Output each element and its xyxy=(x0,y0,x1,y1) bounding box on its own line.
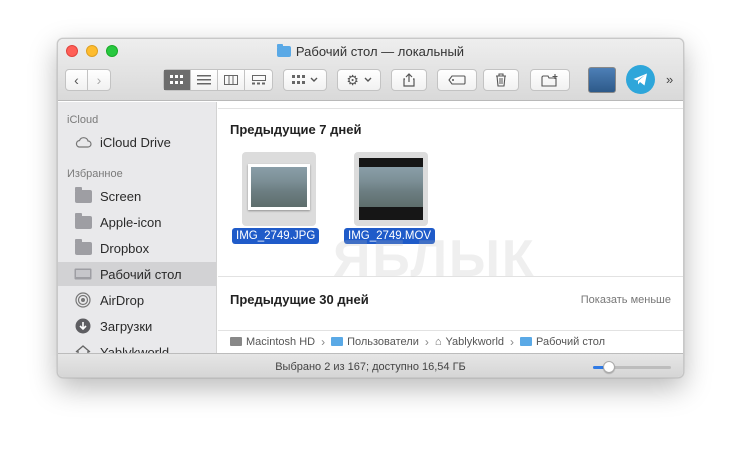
group-button[interactable] xyxy=(283,69,327,91)
path-bar: Macintosh HD › Пользователи › ⌂ Yablykwo… xyxy=(218,330,683,352)
share-button[interactable] xyxy=(391,69,427,91)
folder-icon xyxy=(331,337,344,346)
tag-button[interactable] xyxy=(437,69,477,91)
section-divider xyxy=(218,108,683,109)
breadcrumb-home[interactable]: ⌂ Yablykworld xyxy=(435,336,504,348)
section-header-7-days: Предыдущие 7 дней xyxy=(230,122,362,137)
cloud-icon xyxy=(74,134,92,150)
breadcrumb-users[interactable]: Пользователи xyxy=(331,336,419,348)
sidebar-item-label: Загрузки xyxy=(100,318,153,334)
chevron-down-icon xyxy=(364,77,372,82)
new-folder-button[interactable] xyxy=(530,69,570,91)
sidebar-item-apple-icon[interactable]: Apple-icon xyxy=(58,210,216,234)
sidebar-item-screen[interactable]: Screen xyxy=(58,184,216,208)
breadcrumb-label: Рабочий стол xyxy=(536,335,606,348)
chevron-down-icon xyxy=(310,77,318,82)
gear-icon: ⚙ xyxy=(346,71,359,88)
download-icon xyxy=(74,318,92,334)
action-button[interactable]: ⚙ xyxy=(337,69,381,91)
slider-knob[interactable] xyxy=(602,361,615,373)
sidebar-item-label: Dropbox xyxy=(100,240,150,256)
hard-drive-icon xyxy=(230,337,242,346)
sidebar-item-label: iCloud Drive xyxy=(100,134,171,150)
file-name-label[interactable]: IMG_2749.JPG xyxy=(232,228,320,244)
new-folder-icon xyxy=(541,73,558,87)
airdrop-icon xyxy=(74,292,92,308)
breadcrumb-macintosh-hd[interactable]: Macintosh HD xyxy=(230,336,315,348)
toolbar-overflow-button[interactable]: » xyxy=(666,72,673,87)
folder-icon xyxy=(74,186,92,204)
back-button[interactable]: ‹ xyxy=(66,70,88,90)
trash-icon xyxy=(496,73,506,87)
section-header-30-days: Предыдущие 30 дней xyxy=(230,292,369,307)
share-icon xyxy=(403,73,415,87)
folder-icon xyxy=(74,238,92,256)
breadcrumb-separator: › xyxy=(510,334,515,349)
status-bar: Выбрано 2 из 167; доступно 16,54 ГБ xyxy=(58,353,683,377)
sidebar-item-dropbox[interactable]: Dropbox xyxy=(58,236,216,260)
icon-size-slider[interactable] xyxy=(593,361,671,373)
sidebar-item-airdrop[interactable]: AirDrop xyxy=(58,288,216,312)
finder-window: Рабочий стол — локальный ‹ › ⚙ » iCloud … xyxy=(57,38,684,378)
sidebar-item-label: Screen xyxy=(100,188,142,204)
breadcrumb-label: Пользователи xyxy=(347,335,419,348)
home-icon: ⌂ xyxy=(434,335,442,348)
chevron-left-icon: ‹ xyxy=(74,72,79,88)
breadcrumb-separator: › xyxy=(424,334,429,349)
icon-view-grid-icon xyxy=(170,75,183,84)
sidebar-item-label: AirDrop xyxy=(100,292,145,308)
tag-icon xyxy=(448,75,466,85)
gallery-view-button[interactable] xyxy=(245,70,272,90)
folder-icon xyxy=(74,212,92,230)
trash-button[interactable] xyxy=(483,69,519,91)
column-view-icon xyxy=(224,75,238,85)
window-title: Рабочий стол — локальный xyxy=(58,42,683,60)
photo-image xyxy=(251,167,307,207)
folder-icon xyxy=(276,43,291,57)
desktop-icon xyxy=(74,266,92,282)
column-view-button[interactable] xyxy=(218,70,245,90)
sidebar-item-label: Рабочий стол xyxy=(100,266,182,282)
chevron-right-icon: › xyxy=(96,72,102,88)
status-text: Выбрано 2 из 167; доступно 16,54 ГБ xyxy=(275,360,466,373)
forward-button[interactable]: › xyxy=(88,70,110,90)
titlebar: Рабочий стол — локальный ‹ › ⚙ » xyxy=(58,39,683,101)
show-less-link[interactable]: Показать меньше xyxy=(581,294,671,306)
sidebar-section-favorites: Избранное xyxy=(67,168,123,180)
video-thumbnail xyxy=(359,158,423,220)
window-title-text: Рабочий стол — локальный xyxy=(295,43,465,59)
sidebar-item-desktop[interactable]: Рабочий стол xyxy=(58,262,216,286)
breadcrumb-desktop[interactable]: Рабочий стол xyxy=(520,336,605,348)
view-mode-control xyxy=(163,69,273,91)
list-view-button[interactable] xyxy=(191,70,218,90)
sidebar-item-label: Apple-icon xyxy=(100,214,162,230)
sidebar-item-icloud-drive[interactable]: iCloud Drive xyxy=(58,130,216,154)
breadcrumb-separator: › xyxy=(321,334,326,349)
preview-app-icon[interactable] xyxy=(588,67,616,93)
nav-buttons: ‹ › xyxy=(65,69,111,91)
icon-view-button[interactable] xyxy=(164,70,191,90)
folder-icon xyxy=(520,337,533,346)
sidebar: iCloud iCloud Drive Избранное Screen App… xyxy=(58,102,217,360)
photo-thumbnail xyxy=(248,164,310,210)
group-icon xyxy=(292,75,305,84)
sidebar-section-icloud: iCloud xyxy=(67,114,99,126)
telegram-icon[interactable] xyxy=(626,65,655,94)
breadcrumb-label: Macintosh HD xyxy=(246,335,316,348)
list-view-icon xyxy=(197,75,211,85)
watermark: ЯБЛЫК xyxy=(333,230,536,288)
gallery-view-icon xyxy=(251,75,266,85)
video-frame-image xyxy=(359,167,423,207)
sidebar-item-downloads[interactable]: Загрузки xyxy=(58,314,216,338)
paper-plane-icon xyxy=(633,73,647,86)
breadcrumb-label: Yablykworld xyxy=(445,335,505,348)
